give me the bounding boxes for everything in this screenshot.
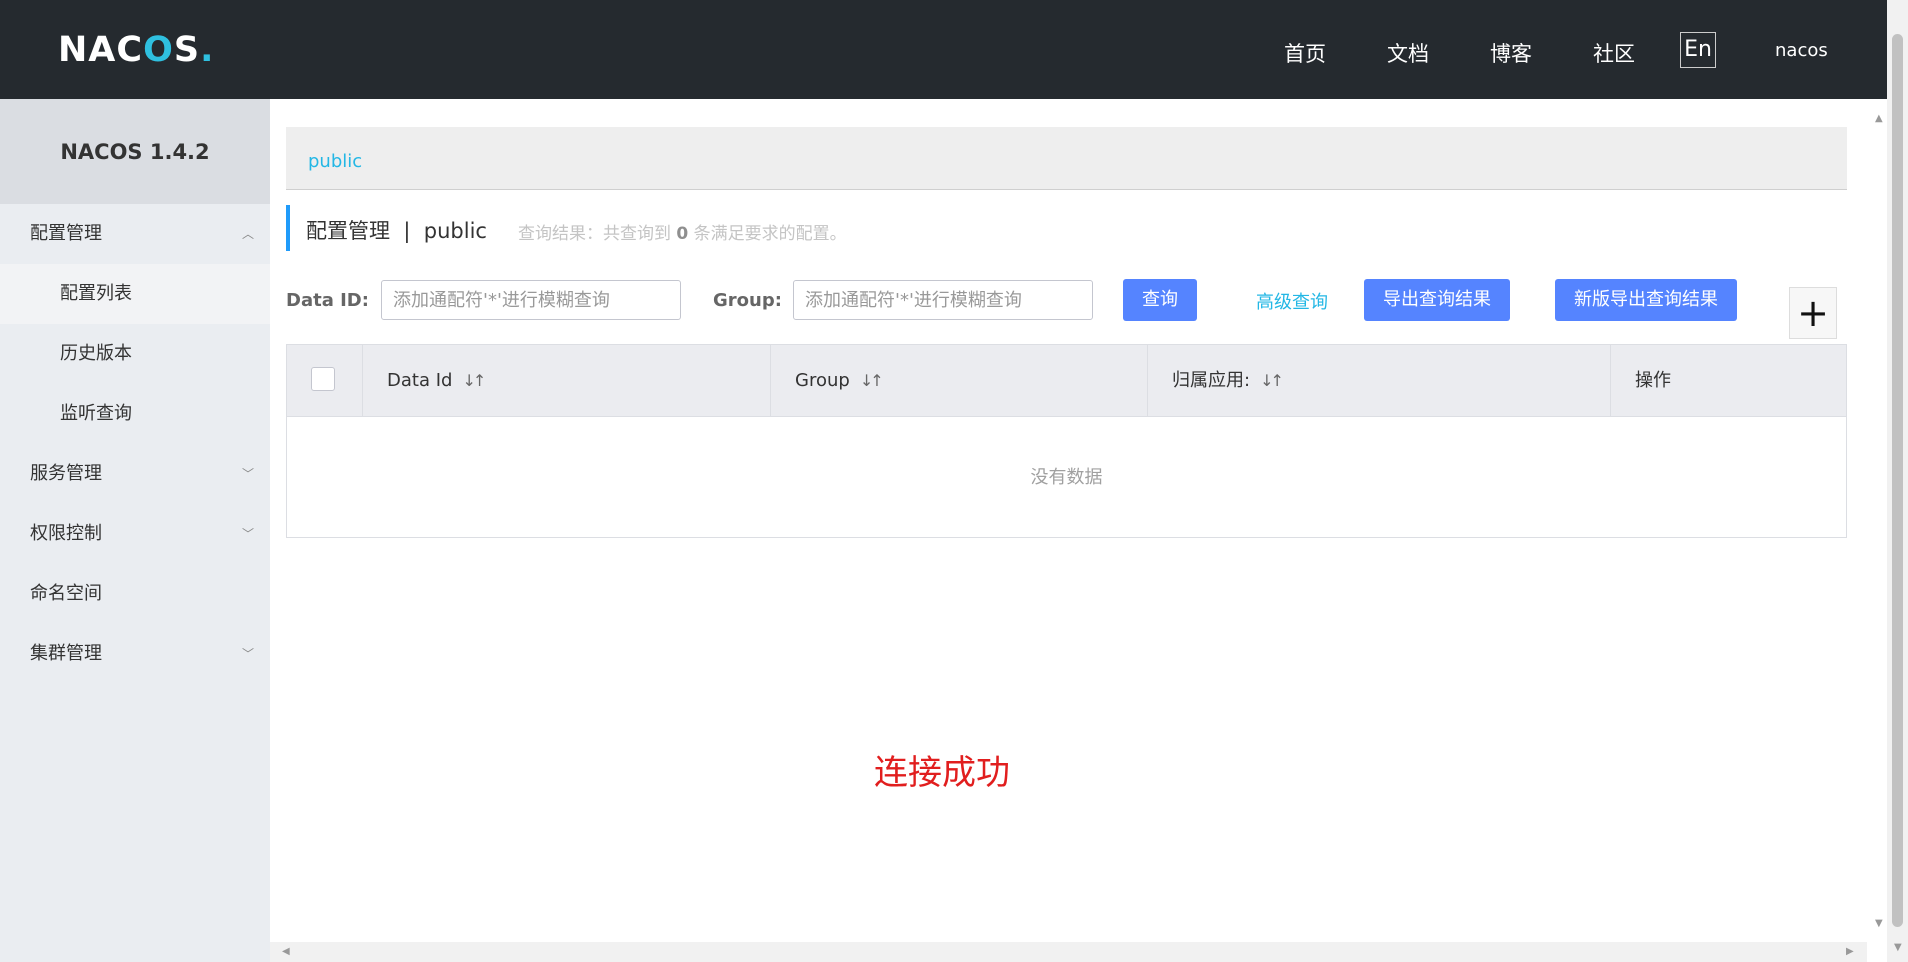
export-button[interactable]: 导出查询结果	[1364, 279, 1510, 321]
nacos-logo[interactable]: NACOS.	[58, 30, 214, 70]
content-scroll-up-icon[interactable]: ▲	[1875, 113, 1883, 124]
sidebar-item-config-management[interactable]: 配置管理 ︿	[0, 204, 270, 264]
page-title: 配置管理 | public	[306, 215, 487, 245]
sidebar-item-namespace[interactable]: 命名空间	[0, 564, 270, 624]
vertical-scrollbar[interactable]	[1887, 0, 1908, 962]
main-content: public 配置管理 | public 查询结果：共查询到 0 条满足要求的配…	[286, 127, 1847, 538]
scroll-left-icon[interactable]: ◀	[282, 946, 290, 957]
empty-message: 没有数据	[1030, 467, 1103, 488]
sort-icon[interactable]: ↓↑	[1260, 371, 1284, 390]
sidebar: NACOS 1.4.2 配置管理 ︿ 配置列表 历史版本 监听查询 服务管理 ﹀…	[0, 99, 270, 962]
query-result-summary: 查询结果：共查询到 0 条满足要求的配置。	[518, 219, 847, 244]
column-header-dataid[interactable]: Data Id ↓↑	[363, 345, 771, 416]
nav-home[interactable]: 首页	[1284, 38, 1326, 68]
sidebar-item-listener-query[interactable]: 监听查询	[0, 384, 270, 444]
sidebar-item-label: 配置管理	[30, 223, 102, 244]
logo-dot: .	[200, 30, 215, 70]
page-header: 配置管理 | public 查询结果：共查询到 0 条满足要求的配置。	[286, 205, 847, 251]
column-label: Data Id	[387, 370, 453, 391]
scrollbar-thumb[interactable]	[1892, 34, 1903, 927]
logo-text-3: S	[173, 30, 201, 70]
title-separator: |	[403, 219, 411, 243]
select-all-checkbox[interactable]	[311, 367, 335, 391]
column-header-app[interactable]: 归属应用: ↓↑	[1148, 345, 1611, 416]
sidebar-item-cluster-management[interactable]: 集群管理 ﹀	[0, 624, 270, 684]
table-header: Data Id ↓↑ Group ↓↑ 归属应用: ↓↑ 操作	[287, 345, 1846, 417]
sort-icon[interactable]: ↓↑	[860, 371, 884, 390]
sidebar-title: NACOS 1.4.2	[0, 99, 270, 204]
chevron-down-icon: ﹀	[241, 647, 254, 661]
sort-icon[interactable]: ↓↑	[462, 371, 486, 390]
sidebar-item-config-list[interactable]: 配置列表	[0, 264, 270, 324]
nav-community[interactable]: 社区	[1593, 38, 1635, 68]
sidebar-item-access-control[interactable]: 权限控制 ﹀	[0, 504, 270, 564]
page-scroll-down-icon[interactable]: ▼	[1894, 942, 1902, 953]
chevron-down-icon: ﹀	[241, 467, 254, 481]
sidebar-item-label: 权限控制	[30, 523, 102, 544]
advanced-query-link[interactable]: 高级查询	[1256, 288, 1328, 314]
group-search-input[interactable]	[793, 280, 1093, 320]
column-label: 归属应用:	[1172, 370, 1251, 391]
logo-text-2: O	[143, 30, 174, 70]
nav-docs[interactable]: 文档	[1387, 38, 1429, 68]
nav-blog[interactable]: 博客	[1490, 38, 1532, 68]
namespace-bar: public	[286, 127, 1847, 190]
user-menu[interactable]: nacos	[1775, 40, 1828, 61]
result-prefix: 查询结果：共查询到	[518, 224, 671, 244]
sidebar-item-service-management[interactable]: 服务管理 ﹀	[0, 444, 270, 504]
scroll-right-icon[interactable]: ▶	[1846, 946, 1854, 957]
new-export-button[interactable]: 新版导出查询结果	[1555, 279, 1737, 321]
chevron-up-icon: ︿	[241, 227, 254, 241]
content-scroll-down-icon[interactable]: ▼	[1875, 918, 1883, 929]
add-config-button[interactable]: +	[1789, 287, 1837, 339]
page-title-text: 配置管理	[306, 219, 390, 243]
sidebar-item-label: 集群管理	[30, 643, 102, 664]
column-label: 操作	[1635, 370, 1671, 391]
sidebar-item-label: 服务管理	[30, 463, 102, 484]
success-message: 连接成功	[874, 753, 1010, 793]
group-label: Group:	[713, 290, 782, 311]
column-label: Group	[795, 370, 850, 391]
column-header-group[interactable]: Group ↓↑	[771, 345, 1148, 416]
horizontal-scrollbar[interactable]: ◀ ▶	[270, 942, 1867, 962]
logo-text-1: NAC	[58, 30, 144, 70]
config-table: Data Id ↓↑ Group ↓↑ 归属应用: ↓↑ 操作 没有数据	[286, 344, 1847, 538]
page-title-namespace: public	[423, 219, 487, 243]
sidebar-item-history[interactable]: 历史版本	[0, 324, 270, 384]
select-all-cell	[287, 345, 363, 416]
column-header-actions: 操作	[1611, 345, 1846, 416]
namespace-public-link[interactable]: public	[308, 151, 362, 172]
language-toggle[interactable]: En	[1680, 32, 1716, 68]
dataid-search-input[interactable]	[381, 280, 681, 320]
dataid-label: Data ID:	[286, 290, 369, 311]
chevron-down-icon: ﹀	[241, 527, 254, 541]
result-suffix: 条满足要求的配置。	[693, 224, 847, 244]
query-button[interactable]: 查询	[1123, 279, 1197, 321]
top-navbar: NACOS. 首页 文档 博客 社区 En nacos	[0, 0, 1887, 99]
result-count: 0	[676, 224, 689, 244]
